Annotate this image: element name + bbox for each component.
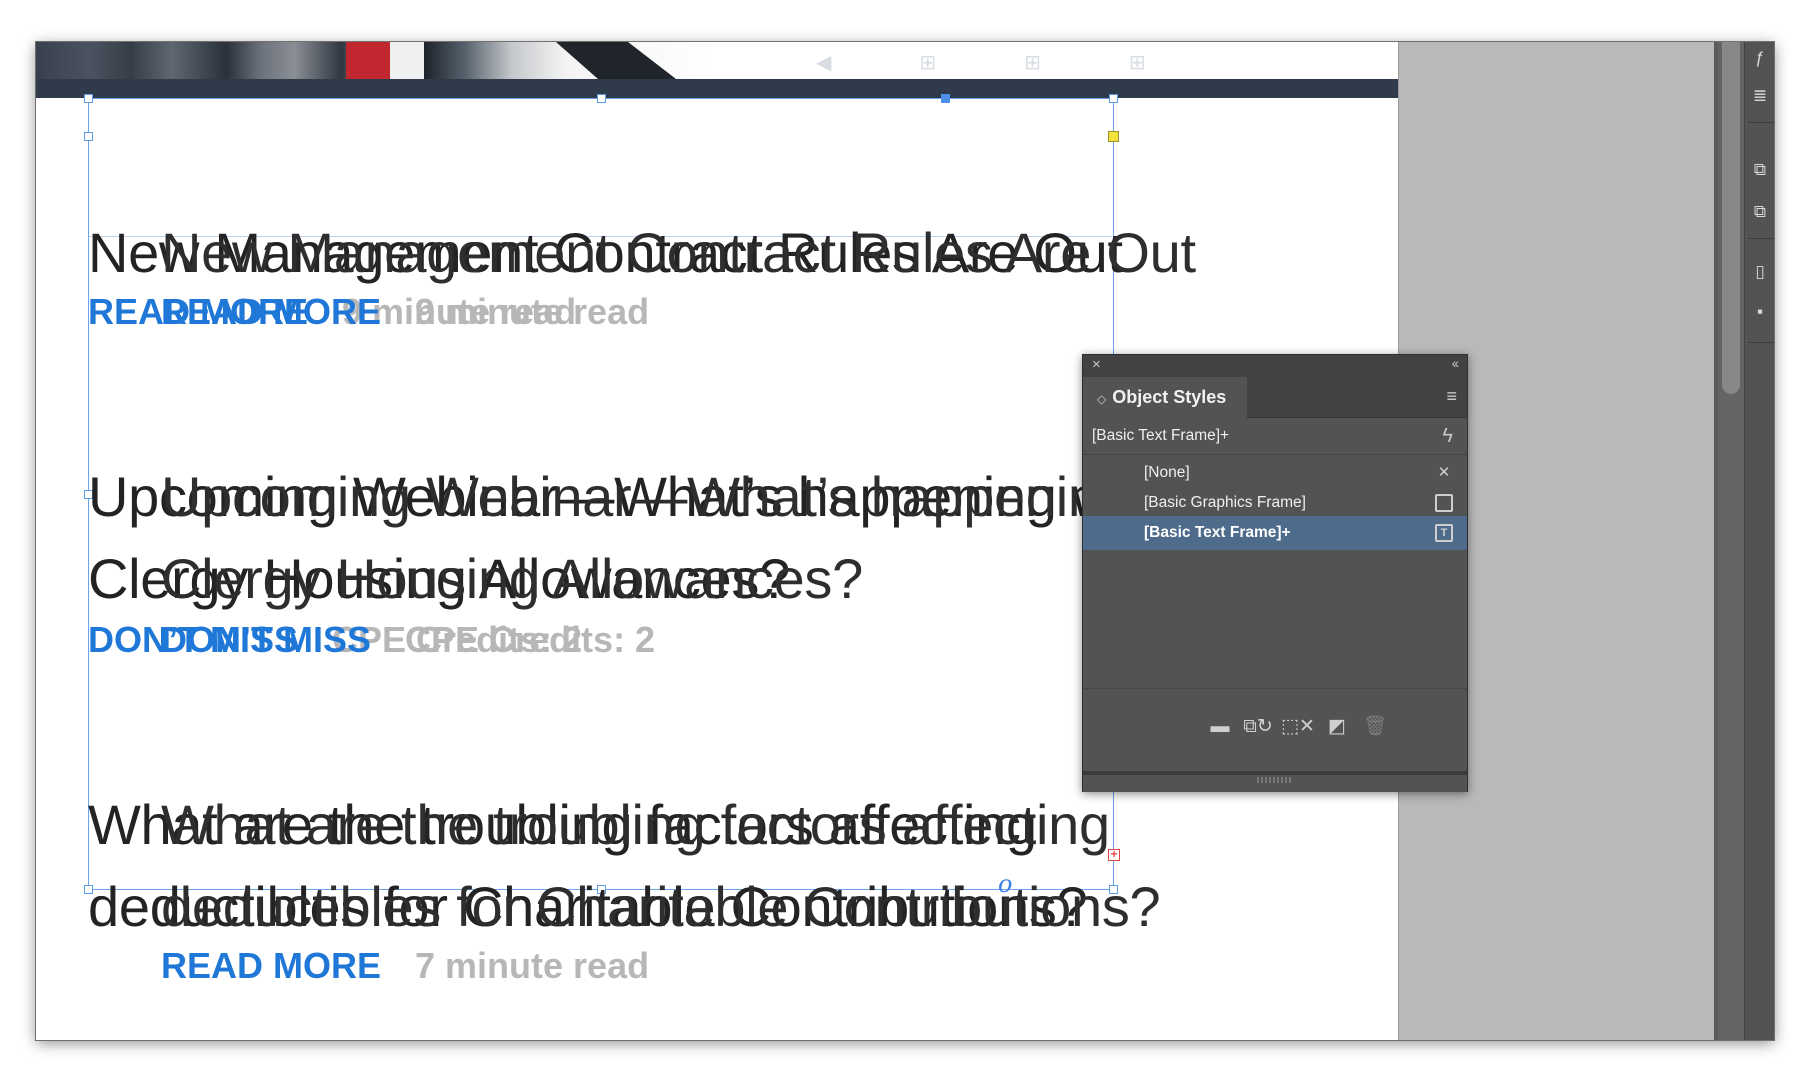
resize-handle-top-left[interactable]	[84, 94, 93, 103]
panel-collapse-icon[interactable]: ‹‹	[1452, 355, 1459, 371]
object-styles-list: [None] ✕ [Basic Graphics Frame] [Basic T…	[1083, 456, 1467, 688]
object-styles-panel: × ‹‹ ◇ Object Styles ≡ [Basic Text Frame]…	[1082, 354, 1468, 792]
new-style-button[interactable]: ◩	[1327, 716, 1347, 738]
pages-icon[interactable]: ▯	[1750, 260, 1770, 284]
panel-close-icon[interactable]: ×	[1092, 356, 1101, 373]
dock-separator	[1748, 238, 1774, 239]
style-item-basic-text-frame[interactable]: [Basic Text Frame]+ T	[1083, 516, 1467, 550]
resize-handle-inner-left[interactable]	[84, 132, 93, 141]
panel-footer: ▬ ⧉↻ ⬚✕ ◩ 🗑	[1083, 688, 1467, 792]
story-1-read-time-duplicate: 9 minute read	[415, 291, 650, 332]
vertical-scroll-thumb[interactable]	[1722, 42, 1740, 394]
header-bar	[36, 79, 1398, 98]
panel-menu-icon[interactable]: ≡	[1446, 387, 1457, 405]
story-3-read-time: 7 minute read	[415, 945, 650, 986]
panel-tabbar: ◇ Object Styles ≡	[1083, 377, 1467, 418]
lightning-bolt-icon[interactable]: ϟ	[1442, 418, 1453, 454]
no-style-icon: ✕	[1437, 464, 1451, 481]
story-3-headline-line-2-duplicate: deductibles for Charitable Contributions…	[161, 875, 1161, 938]
resize-handle-top-center[interactable]	[597, 94, 606, 103]
style-item-none[interactable]: [None] ✕	[1083, 456, 1467, 490]
story-3-headline-line-1-duplicate: What are the troubling factors affecting	[161, 793, 1110, 856]
panel-resize-grip[interactable]	[1257, 777, 1291, 783]
delete-style-button[interactable]: 🗑	[1363, 716, 1387, 738]
current-style-label: [Basic Text Frame]+	[1092, 427, 1230, 444]
photo-shirt	[390, 42, 424, 79]
panel-titlebar[interactable]: × ‹‹	[1083, 355, 1467, 377]
photo-tie	[346, 42, 390, 79]
dock-separator	[1748, 122, 1774, 123]
style-item-label: [Basic Text Frame]+	[1144, 524, 1291, 541]
story-2-headline-line-2-duplicate: Clergy Housing Allowances?	[161, 547, 863, 610]
dock-separator	[1748, 342, 1774, 343]
live-corner-handle[interactable]	[1108, 131, 1119, 142]
text-frame-icon: T	[1435, 524, 1453, 542]
new-group-button[interactable]: ▬	[1209, 716, 1231, 738]
tab-arrows-icon: ◇	[1097, 392, 1107, 406]
graphics-frame-icon	[1435, 494, 1453, 512]
style-item-basic-graphics-frame[interactable]: [Basic Graphics Frame]	[1083, 486, 1467, 520]
story-1-read-more-link-duplicate[interactable]: READ MORE	[161, 291, 381, 332]
story-3-read-more-link[interactable]: READ MORE	[161, 945, 381, 986]
style-item-label: [Basic Graphics Frame]	[1144, 494, 1306, 511]
links-icon[interactable]: ⧉	[1750, 158, 1770, 182]
resize-handle-top-right[interactable]	[1109, 94, 1118, 103]
script-icon[interactable]: ƒ	[1750, 46, 1770, 70]
object-styles-dock-icon[interactable]: ▪	[1750, 300, 1770, 324]
story-1-meta-duplicate: READ MORE 9 minute read	[161, 292, 649, 332]
panel-resize-bar[interactable]	[1083, 771, 1467, 775]
current-style-indicator: [Basic Text Frame]+ ϟ	[1083, 418, 1467, 455]
indesign-document-window: ◀ ⊞ ⊞ ⊞ + o New Management Contract Rules A…	[35, 41, 1775, 1041]
story-2-headline-line-1-duplicate: Upcoming Webinar—What’s happening with	[161, 465, 1244, 528]
story-1-headline-duplicate: New Management Contract Rules Are Out	[161, 221, 1196, 284]
header-photo: ◀ ⊞ ⊞ ⊞	[36, 42, 1398, 79]
panel-dock-strip	[1744, 42, 1774, 1040]
story-2-cpe-credits-duplicate: CPE Credits: 2	[405, 619, 656, 660]
story-2-dont-miss-link-duplicate[interactable]: DON’T MISS	[161, 619, 371, 660]
style-item-label: [None]	[1144, 464, 1190, 481]
layers-icon[interactable]: ⧉	[1750, 200, 1770, 224]
clear-attributes-button[interactable]: ⬚✕	[1281, 716, 1315, 738]
tab-label: Object Styles	[1112, 387, 1227, 407]
paragraph-styles-icon[interactable]: ≣	[1750, 84, 1770, 108]
tab-object-styles[interactable]: ◇ Object Styles	[1083, 377, 1247, 418]
story-2-meta-duplicate: DON’T MISS CPE Credits: 2	[161, 620, 655, 660]
in-port-handle[interactable]	[941, 94, 950, 103]
story-3-meta: READ MORE 7 minute read	[161, 946, 649, 986]
clear-overrides-button[interactable]: ⧉↻	[1243, 716, 1273, 738]
photo-faded-icons: ◀ ⊞ ⊞ ⊞	[816, 52, 1146, 74]
